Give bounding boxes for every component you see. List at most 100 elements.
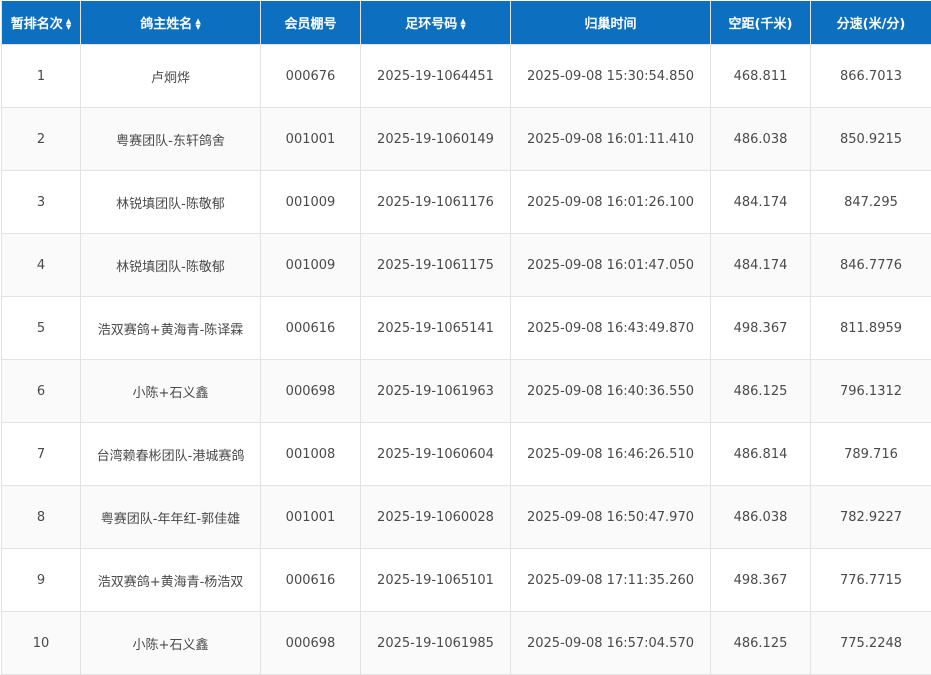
cell-ring-number: 2025-19-1060028 bbox=[360, 485, 511, 549]
table-row: 7 台湾赖春彬团队-港城赛鸽 001008 2025-19-1060604 2025-0… bbox=[1, 422, 931, 486]
cell-member-loft: 001009 bbox=[260, 233, 361, 297]
cell-owner-name: 粤赛团队-年年红-郭佳雄 bbox=[80, 485, 261, 549]
cell-rank: 2 bbox=[1, 107, 81, 171]
cell-member-loft: 001009 bbox=[260, 170, 361, 234]
cell-speed: 782.9227 bbox=[810, 485, 931, 549]
column-header-owner-name[interactable]: 鸽主姓名 ▲ ▼ bbox=[80, 1, 261, 45]
cell-speed: 847.295 bbox=[810, 170, 931, 234]
cell-rank: 8 bbox=[1, 485, 81, 549]
table-row: 5 浩双赛鸽+黄海青-陈译霖 000616 2025-19-1065141 2025-0… bbox=[1, 296, 931, 360]
cell-rank: 10 bbox=[1, 611, 81, 675]
cell-distance: 486.125 bbox=[710, 611, 811, 675]
column-header-label: 鸽主姓名 bbox=[140, 17, 193, 32]
cell-member-loft: 000698 bbox=[260, 359, 361, 423]
cell-distance: 486.125 bbox=[710, 359, 811, 423]
table-row: 8 粤赛团队-年年红-郭佳雄 001001 2025-19-1060028 2025-0… bbox=[1, 485, 931, 549]
cell-member-loft: 000616 bbox=[260, 296, 361, 360]
column-header-member-loft: 会员棚号 bbox=[260, 1, 361, 45]
sort-updown-icon[interactable]: ▲ ▼ bbox=[460, 17, 465, 30]
table-header: 暂排名次 ▲ ▼ 鸽主姓名 ▲ ▼ 会员棚号 足环号码 ▲ ▼ 归巢时间 空距(千米) 分速(米/分) bbox=[1, 1, 931, 45]
cell-distance: 468.811 bbox=[710, 44, 811, 108]
cell-ring-number: 2025-19-1060149 bbox=[360, 107, 511, 171]
cell-return-time: 2025-09-08 16:01:11.410 bbox=[510, 107, 711, 171]
cell-speed: 866.7013 bbox=[810, 44, 931, 108]
cell-ring-number: 2025-19-1061963 bbox=[360, 359, 511, 423]
cell-member-loft: 001001 bbox=[260, 485, 361, 549]
cell-return-time: 2025-09-08 16:01:47.050 bbox=[510, 233, 711, 297]
cell-return-time: 2025-09-08 17:11:35.260 bbox=[510, 548, 711, 612]
cell-return-time: 2025-09-08 16:46:26.510 bbox=[510, 422, 711, 486]
cell-owner-name: 粤赛团队-东轩鸽舍 bbox=[80, 107, 261, 171]
column-header-distance: 空距(千米) bbox=[710, 1, 811, 45]
cell-rank: 7 bbox=[1, 422, 81, 486]
column-header-speed: 分速(米/分) bbox=[810, 1, 931, 45]
cell-ring-number: 2025-19-1064451 bbox=[360, 44, 511, 108]
table-row: 10 小陈+石义鑫 000698 2025-19-1061985 2025-09-08 … bbox=[1, 611, 931, 675]
cell-distance: 484.174 bbox=[710, 170, 811, 234]
cell-return-time: 2025-09-08 16:40:36.550 bbox=[510, 359, 711, 423]
cell-distance: 486.814 bbox=[710, 422, 811, 486]
cell-rank: 6 bbox=[1, 359, 81, 423]
cell-rank: 3 bbox=[1, 170, 81, 234]
cell-owner-name: 小陈+石义鑫 bbox=[80, 611, 261, 675]
cell-member-loft: 000698 bbox=[260, 611, 361, 675]
column-header-label: 暂排名次 bbox=[10, 17, 63, 32]
column-header-label: 会员棚号 bbox=[284, 17, 337, 32]
cell-rank: 4 bbox=[1, 233, 81, 297]
cell-return-time: 2025-09-08 16:50:47.970 bbox=[510, 485, 711, 549]
cell-distance: 498.367 bbox=[710, 548, 811, 612]
cell-member-loft: 001001 bbox=[260, 107, 361, 171]
sort-updown-icon[interactable]: ▲ ▼ bbox=[195, 17, 200, 30]
cell-distance: 484.174 bbox=[710, 233, 811, 297]
header-row: 暂排名次 ▲ ▼ 鸽主姓名 ▲ ▼ 会员棚号 足环号码 ▲ ▼ 归巢时间 空距(千米) 分速(米/分) bbox=[1, 1, 931, 45]
column-header-label: 空距(千米) bbox=[728, 17, 793, 32]
sort-updown-icon[interactable]: ▲ ▼ bbox=[66, 17, 71, 30]
cell-ring-number: 2025-19-1065141 bbox=[360, 296, 511, 360]
cell-speed: 775.2248 bbox=[810, 611, 931, 675]
cell-ring-number: 2025-19-1061176 bbox=[360, 170, 511, 234]
column-header-ring-number[interactable]: 足环号码 ▲ ▼ bbox=[360, 1, 511, 45]
column-header-return-time: 归巢时间 bbox=[510, 1, 711, 45]
cell-return-time: 2025-09-08 16:57:04.570 bbox=[510, 611, 711, 675]
cell-owner-name: 浩双赛鸽+黄海青-杨浩双 bbox=[80, 548, 261, 612]
table-row: 6 小陈+石义鑫 000698 2025-19-1061963 2025-09-08 1… bbox=[1, 359, 931, 423]
column-header-label: 足环号码 bbox=[405, 17, 458, 32]
cell-speed: 796.1312 bbox=[810, 359, 931, 423]
table-row: 1 卢炯烨 000676 2025-19-1064451 2025-09-08 15:3… bbox=[1, 44, 931, 108]
cell-owner-name: 小陈+石义鑫 bbox=[80, 359, 261, 423]
table-row: 3 林锐填团队-陈敬郁 001009 2025-19-1061176 2025-09-0… bbox=[1, 170, 931, 234]
cell-owner-name: 卢炯烨 bbox=[80, 44, 261, 108]
table-row: 2 粤赛团队-东轩鸽舍 001001 2025-19-1060149 2025-09-0… bbox=[1, 107, 931, 171]
cell-speed: 776.7715 bbox=[810, 548, 931, 612]
cell-distance: 498.367 bbox=[710, 296, 811, 360]
cell-distance: 486.038 bbox=[710, 485, 811, 549]
cell-speed: 850.9215 bbox=[810, 107, 931, 171]
cell-ring-number: 2025-19-1065101 bbox=[360, 548, 511, 612]
cell-ring-number: 2025-19-1060604 bbox=[360, 422, 511, 486]
table-row: 9 浩双赛鸽+黄海青-杨浩双 000616 2025-19-1065101 2025-0… bbox=[1, 548, 931, 612]
cell-member-loft: 000616 bbox=[260, 548, 361, 612]
table-body: 1 卢炯烨 000676 2025-19-1064451 2025-09-08 15:3… bbox=[1, 44, 931, 675]
cell-speed: 789.716 bbox=[810, 422, 931, 486]
ranking-table: 暂排名次 ▲ ▼ 鸽主姓名 ▲ ▼ 会员棚号 足环号码 ▲ ▼ 归巢时间 空距(千米) 分速(米/分) … bbox=[1, 1, 931, 675]
cell-member-loft: 000676 bbox=[260, 44, 361, 108]
cell-rank: 9 bbox=[1, 548, 81, 612]
ranking-table-container: 暂排名次 ▲ ▼ 鸽主姓名 ▲ ▼ 会员棚号 足环号码 ▲ ▼ 归巢时间 空距(千米) 分速(米/分) … bbox=[1, 1, 931, 675]
column-header-label: 分速(米/分) bbox=[836, 17, 906, 32]
column-header-label: 归巢时间 bbox=[584, 17, 637, 32]
cell-speed: 811.8959 bbox=[810, 296, 931, 360]
cell-rank: 1 bbox=[1, 44, 81, 108]
cell-rank: 5 bbox=[1, 296, 81, 360]
table-row: 4 林锐填团队-陈敬郁 001009 2025-19-1061175 2025-09-0… bbox=[1, 233, 931, 297]
cell-return-time: 2025-09-08 16:01:26.100 bbox=[510, 170, 711, 234]
cell-ring-number: 2025-19-1061175 bbox=[360, 233, 511, 297]
column-header-rank[interactable]: 暂排名次 ▲ ▼ bbox=[1, 1, 81, 45]
cell-member-loft: 001008 bbox=[260, 422, 361, 486]
cell-speed: 846.7776 bbox=[810, 233, 931, 297]
cell-distance: 486.038 bbox=[710, 107, 811, 171]
cell-owner-name: 台湾赖春彬团队-港城赛鸽 bbox=[80, 422, 261, 486]
cell-ring-number: 2025-19-1061985 bbox=[360, 611, 511, 675]
cell-owner-name: 林锐填团队-陈敬郁 bbox=[80, 170, 261, 234]
cell-owner-name: 林锐填团队-陈敬郁 bbox=[80, 233, 261, 297]
cell-return-time: 2025-09-08 15:30:54.850 bbox=[510, 44, 711, 108]
